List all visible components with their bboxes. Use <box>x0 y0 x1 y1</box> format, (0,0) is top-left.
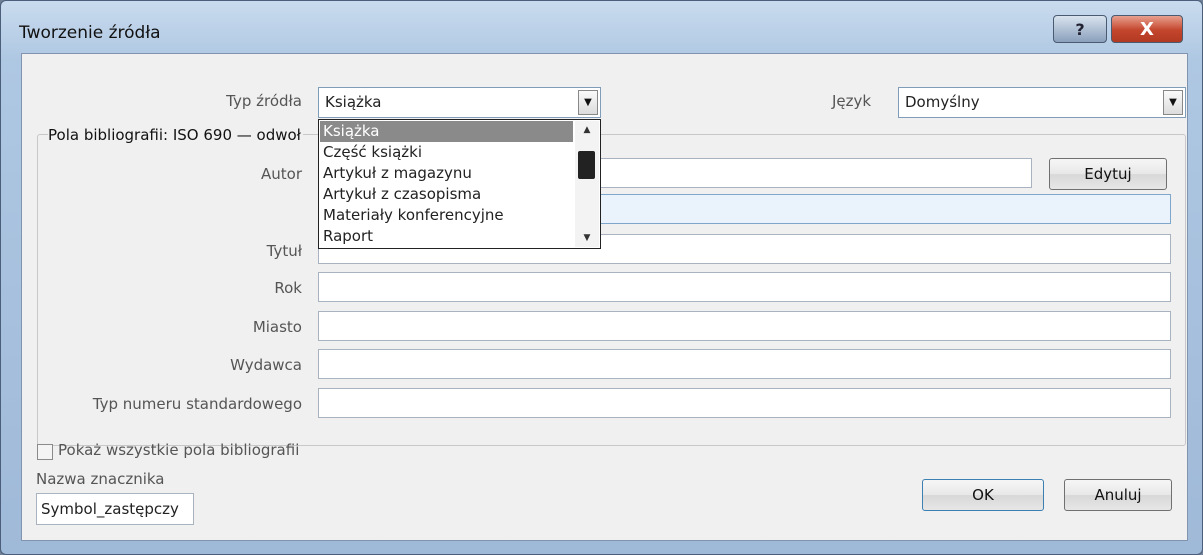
dropdown-scrollbar[interactable]: ▲ ▼ <box>575 121 599 247</box>
std-number-input[interactable] <box>318 388 1171 418</box>
chevron-down-icon[interactable]: ▼ <box>578 90 598 115</box>
dialog-client-area: Typ źródła Książka ▼ Język Domyślny ▼ Po… <box>21 53 1188 541</box>
show-all-fields-checkbox[interactable] <box>37 444 53 460</box>
close-button[interactable]: X <box>1111 15 1183 43</box>
author-label: Autor <box>261 165 302 183</box>
group-title: Pola bibliografii: ISO 690 — odwoł <box>48 126 303 144</box>
publisher-label: Wydawca <box>230 356 302 374</box>
year-input[interactable] <box>318 272 1171 302</box>
city-input[interactable] <box>318 311 1171 341</box>
language-value: Domyślny <box>905 93 980 111</box>
std-number-label: Typ numeru standardowego <box>92 395 302 413</box>
source-type-label: Typ źródła <box>226 92 302 110</box>
tag-name-label: Nazwa znacznika <box>36 470 165 488</box>
scroll-thumb[interactable] <box>578 151 595 179</box>
scroll-up-icon[interactable]: ▲ <box>575 121 599 139</box>
window-title: Tworzenie źródła <box>19 23 161 43</box>
dialog-window: Tworzenie źródła ? X Typ źródła Książka … <box>0 0 1203 555</box>
source-type-combo[interactable]: Książka ▼ <box>318 87 601 118</box>
help-button[interactable]: ? <box>1053 15 1107 43</box>
edit-author-button[interactable]: Edytuj <box>1049 158 1167 190</box>
show-all-fields-label[interactable]: Pokaż wszystkie pola bibliografii <box>58 441 299 459</box>
chevron-down-icon[interactable]: ▼ <box>1163 90 1183 115</box>
dropdown-option[interactable]: Raport <box>320 226 573 247</box>
publisher-input[interactable] <box>318 349 1171 379</box>
cancel-button[interactable]: Anuluj <box>1064 479 1172 511</box>
dropdown-option[interactable]: Część książki <box>320 142 573 163</box>
source-type-value: Książka <box>325 93 382 111</box>
tag-name-input[interactable]: Symbol_zastępczy <box>36 493 194 525</box>
year-label: Rok <box>274 279 302 297</box>
language-label: Język <box>832 92 872 110</box>
city-label: Miasto <box>252 318 302 336</box>
title-label: Tytuł <box>266 242 302 260</box>
dropdown-option[interactable]: Artykuł z czasopisma <box>320 184 573 205</box>
dropdown-option[interactable]: Książka <box>320 121 573 142</box>
dropdown-option[interactable]: Artykuł z magazynu <box>320 163 573 184</box>
tag-name-value: Symbol_zastępczy <box>41 500 179 518</box>
scroll-down-icon[interactable]: ▼ <box>575 229 599 247</box>
language-combo[interactable]: Domyślny ▼ <box>898 87 1186 118</box>
source-type-dropdown-list[interactable]: Książka Część książki Artykuł z magazynu… <box>318 119 601 249</box>
ok-button[interactable]: OK <box>922 479 1044 511</box>
dropdown-option[interactable]: Materiały konferencyjne <box>320 205 573 226</box>
